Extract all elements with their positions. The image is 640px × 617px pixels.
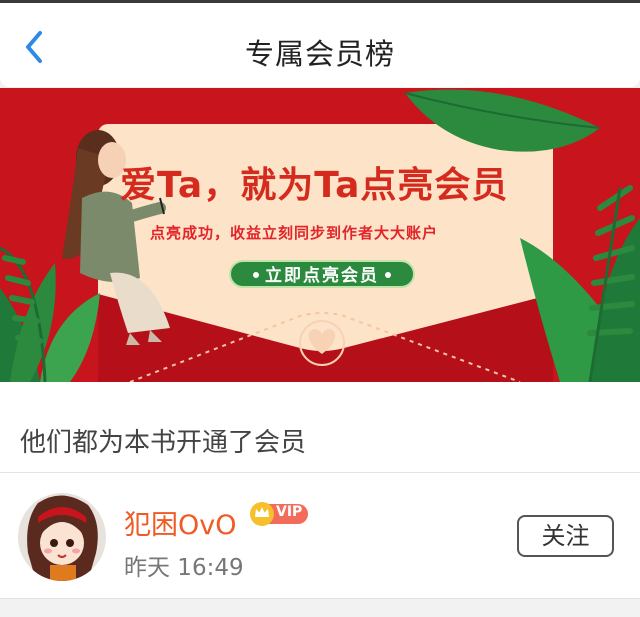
banner-headline: 爱Ta，就为Ta点亮会员 (120, 165, 509, 206)
activate-membership-label: 立即点亮会员 (265, 266, 379, 286)
member-list-header: 他们都为本书开通了会员 (0, 382, 640, 472)
member-name[interactable]: 犯困OvO (124, 503, 236, 542)
dot-icon (385, 271, 391, 278)
member-time: 昨天 16:49 (124, 555, 244, 581)
section-title: 他们都为本书开通了会员 (20, 428, 307, 458)
list-item[interactable]: 犯困OvO VIP 昨天 16:49 关注 (0, 473, 640, 598)
member-banner[interactable]: 爱Ta，就为Ta点亮会员 点亮成功，收益立刻同步到作者大大账户 立即点亮会员 (0, 88, 640, 382)
activate-membership-button[interactable]: 立即点亮会员 (229, 260, 415, 288)
page-title: 专属会员榜 (244, 37, 395, 71)
vip-label: VIP (276, 504, 303, 520)
avatar[interactable] (18, 493, 106, 581)
follow-button[interactable]: 关注 (517, 515, 614, 557)
vip-badge: VIP (250, 501, 310, 527)
dot-icon (253, 271, 259, 278)
banner-subline: 点亮成功，收益立刻同步到作者大大账户 (150, 224, 439, 242)
nav-header: 专属会员榜 (0, 3, 640, 87)
divider (0, 598, 640, 599)
